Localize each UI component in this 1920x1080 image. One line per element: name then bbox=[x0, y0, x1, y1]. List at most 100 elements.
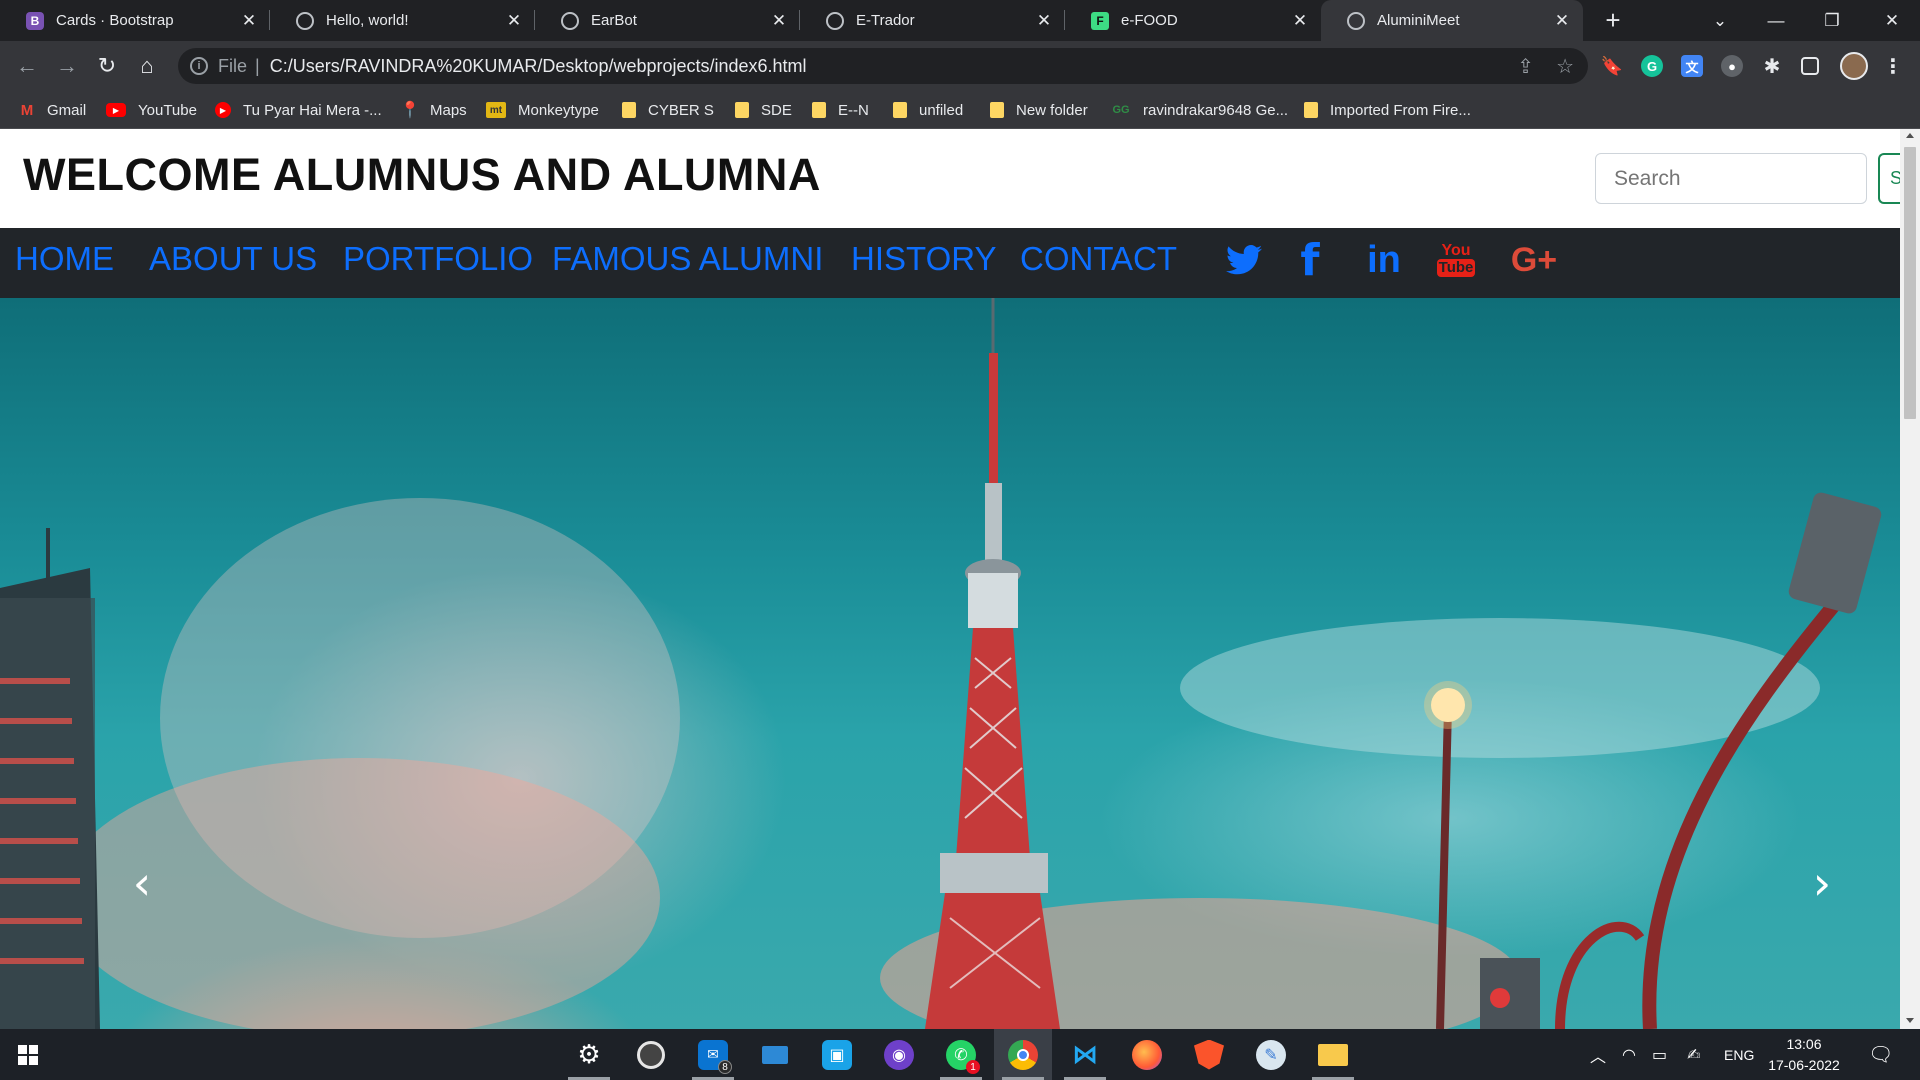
media-app[interactable] bbox=[622, 1029, 680, 1080]
carousel-prev-chevron-icon[interactable]: ‹ bbox=[122, 860, 162, 906]
close-icon[interactable]: ✕ bbox=[501, 11, 527, 31]
globe-icon bbox=[1347, 11, 1365, 30]
notification-icon[interactable]: 🗨 bbox=[1868, 1029, 1893, 1080]
bookmark-sde[interactable]: SDE bbox=[735, 91, 792, 129]
brave-app[interactable] bbox=[1180, 1029, 1238, 1080]
carousel-next-chevron-icon[interactable]: › bbox=[1802, 860, 1842, 906]
scroll-thumb[interactable] bbox=[1904, 147, 1916, 419]
bookmark-tu-pyar[interactable]: ▶ Tu Pyar Hai Mera -... bbox=[215, 91, 382, 129]
linkedin-icon[interactable]: in bbox=[1362, 238, 1406, 282]
search-input[interactable] bbox=[1595, 153, 1867, 204]
url-text[interactable]: C:/Users/RAVINDRA%20KUMAR/Desktop/webpro… bbox=[270, 56, 807, 77]
groove-icon bbox=[637, 1040, 665, 1069]
bookmark-new-folder[interactable]: New folder bbox=[990, 91, 1088, 129]
monkeytype-icon: mt bbox=[486, 102, 506, 118]
facebook-icon[interactable]: f bbox=[1296, 235, 1324, 286]
chrome-app[interactable] bbox=[994, 1029, 1052, 1080]
hero-image-tokyo-tower bbox=[0, 298, 1882, 1029]
bookmark-star-icon[interactable]: ☆ bbox=[1556, 54, 1574, 79]
forward-arrow-icon[interactable]: → bbox=[51, 50, 83, 82]
language-indicator[interactable]: ENG bbox=[1724, 1029, 1754, 1080]
back-arrow-icon[interactable]: ← bbox=[11, 50, 43, 82]
bookmark-monkeytype[interactable]: mt Monkeytype bbox=[486, 91, 599, 129]
window-close-button[interactable]: ✕ bbox=[1864, 0, 1920, 41]
hero-carousel: ‹ › bbox=[0, 298, 1900, 1029]
close-icon[interactable]: ✕ bbox=[1549, 11, 1575, 31]
tab-e-food[interactable]: F e-FOOD ✕ bbox=[1065, 0, 1321, 41]
github-app[interactable]: ◉ bbox=[870, 1029, 928, 1080]
chrome-icon bbox=[1008, 1039, 1038, 1070]
bookmark-unfiled[interactable]: unfiled bbox=[893, 91, 963, 129]
minimize-button[interactable]: — bbox=[1748, 0, 1804, 41]
bookmark-label: Imported From Fire... bbox=[1330, 101, 1471, 119]
bookmark-maps[interactable]: 📍 Maps bbox=[400, 91, 467, 129]
page-scrollbar[interactable] bbox=[1900, 129, 1920, 1029]
tab-cards-bootstrap[interactable]: B Cards · Bootstrap ✕ bbox=[0, 0, 270, 41]
nav-contact[interactable]: CONTACT bbox=[1020, 240, 1177, 278]
address-bar[interactable]: i File | C:/Users/RAVINDRA%20KUMAR/Deskt… bbox=[178, 48, 1588, 84]
translate-icon[interactable]: 文 bbox=[1681, 55, 1703, 77]
tab-search-chevron-icon[interactable]: ⌄ bbox=[1692, 0, 1748, 41]
mail-app[interactable]: ✉ 8 bbox=[684, 1029, 742, 1080]
nav-about-us[interactable]: ABOUT US bbox=[149, 240, 317, 278]
restore-button[interactable]: ❐ bbox=[1804, 0, 1860, 41]
windows-start-icon[interactable] bbox=[18, 1045, 38, 1065]
avatar[interactable] bbox=[1840, 52, 1868, 80]
reading-list-icon[interactable]: 🔖 bbox=[1601, 55, 1623, 77]
youtube-icon[interactable]: You Tube bbox=[1436, 238, 1476, 282]
kebab-menu-icon[interactable]: ⋮ bbox=[1882, 55, 1904, 78]
desktop-app[interactable] bbox=[746, 1029, 804, 1080]
globe-icon bbox=[296, 11, 314, 30]
google-plus-icon[interactable]: G+ bbox=[1506, 238, 1562, 282]
wifi-icon[interactable]: ◠ bbox=[1622, 1029, 1636, 1080]
pen-icon[interactable]: ✍ bbox=[1687, 1029, 1700, 1080]
nav-home[interactable]: HOME bbox=[15, 240, 114, 278]
browser-toolbar: ← → ↻ ⌂ i File | C:/Users/RAVINDRA%20KUM… bbox=[0, 41, 1920, 91]
tab-title: AluminiMeet bbox=[1377, 12, 1460, 29]
bookmark-gmail[interactable]: M Gmail bbox=[19, 91, 86, 129]
scroll-up-arrow-icon[interactable] bbox=[1906, 133, 1914, 138]
close-icon[interactable]: ✕ bbox=[1287, 11, 1313, 31]
bookmark-imported[interactable]: Imported From Fire... bbox=[1304, 91, 1471, 129]
bookmarks-bar: M Gmail ▶ YouTube ▶ Tu Pyar Hai Mera -..… bbox=[0, 91, 1920, 129]
tab-e-trador[interactable]: E-Trador ✕ bbox=[800, 0, 1065, 41]
close-icon[interactable]: ✕ bbox=[766, 11, 792, 31]
grammarly-icon[interactable]: G bbox=[1641, 55, 1663, 77]
tab-aluminimeet[interactable]: AluminiMeet ✕ bbox=[1321, 0, 1583, 41]
nav-famous-alumni[interactable]: FAMOUS ALUMNI bbox=[552, 240, 823, 278]
bookmark-gfg[interactable]: GG ravindrakar9648 Ge... bbox=[1111, 91, 1288, 129]
side-panel-icon[interactable] bbox=[1801, 57, 1819, 75]
info-icon[interactable]: i bbox=[190, 57, 208, 75]
settings-app[interactable]: ⚙ bbox=[560, 1029, 618, 1080]
whatsapp-app[interactable]: ✆ 1 bbox=[932, 1029, 990, 1080]
scroll-down-arrow-icon[interactable] bbox=[1906, 1018, 1914, 1023]
tab-hello-world[interactable]: Hello, world! ✕ bbox=[270, 0, 535, 41]
explorer-app[interactable] bbox=[1304, 1029, 1362, 1080]
globe-icon bbox=[826, 11, 844, 30]
clock[interactable]: 13:06 17-06-2022 bbox=[1768, 1034, 1840, 1076]
puzzle-icon[interactable]: ✱ bbox=[1761, 55, 1783, 78]
battery-icon[interactable]: ▭ bbox=[1652, 1029, 1667, 1080]
bookmark-youtube[interactable]: ▶ YouTube bbox=[106, 91, 197, 129]
close-icon[interactable]: ✕ bbox=[1031, 11, 1057, 31]
bookmark-label: YouTube bbox=[138, 101, 197, 119]
tray-chevron-icon[interactable]: ︿ bbox=[1590, 1029, 1606, 1080]
twitter-icon[interactable] bbox=[1222, 238, 1266, 282]
bookmark-cyber-s[interactable]: CYBER S bbox=[622, 91, 714, 129]
nav-portfolio[interactable]: PORTFOLIO bbox=[343, 240, 533, 278]
close-icon[interactable]: ✕ bbox=[236, 11, 262, 31]
paint-app[interactable]: ✎ bbox=[1242, 1029, 1300, 1080]
extension-icon[interactable]: ● bbox=[1721, 55, 1743, 77]
vscode-app[interactable]: ⋈ bbox=[1056, 1029, 1114, 1080]
pc-icon bbox=[762, 1045, 788, 1064]
nav-history[interactable]: HISTORY bbox=[851, 240, 997, 278]
firefox-app[interactable] bbox=[1118, 1029, 1176, 1080]
store-app[interactable]: ▣ bbox=[808, 1029, 866, 1080]
maps-pin-icon: 📍 bbox=[400, 102, 420, 119]
tab-earbot[interactable]: EarBot ✕ bbox=[535, 0, 800, 41]
bookmark-e-n[interactable]: E--N bbox=[812, 91, 869, 129]
share-icon[interactable]: ⇪ bbox=[1517, 54, 1534, 79]
new-tab-button[interactable]: + bbox=[1598, 6, 1628, 36]
home-icon[interactable]: ⌂ bbox=[131, 50, 163, 82]
reload-icon[interactable]: ↻ bbox=[91, 50, 123, 82]
